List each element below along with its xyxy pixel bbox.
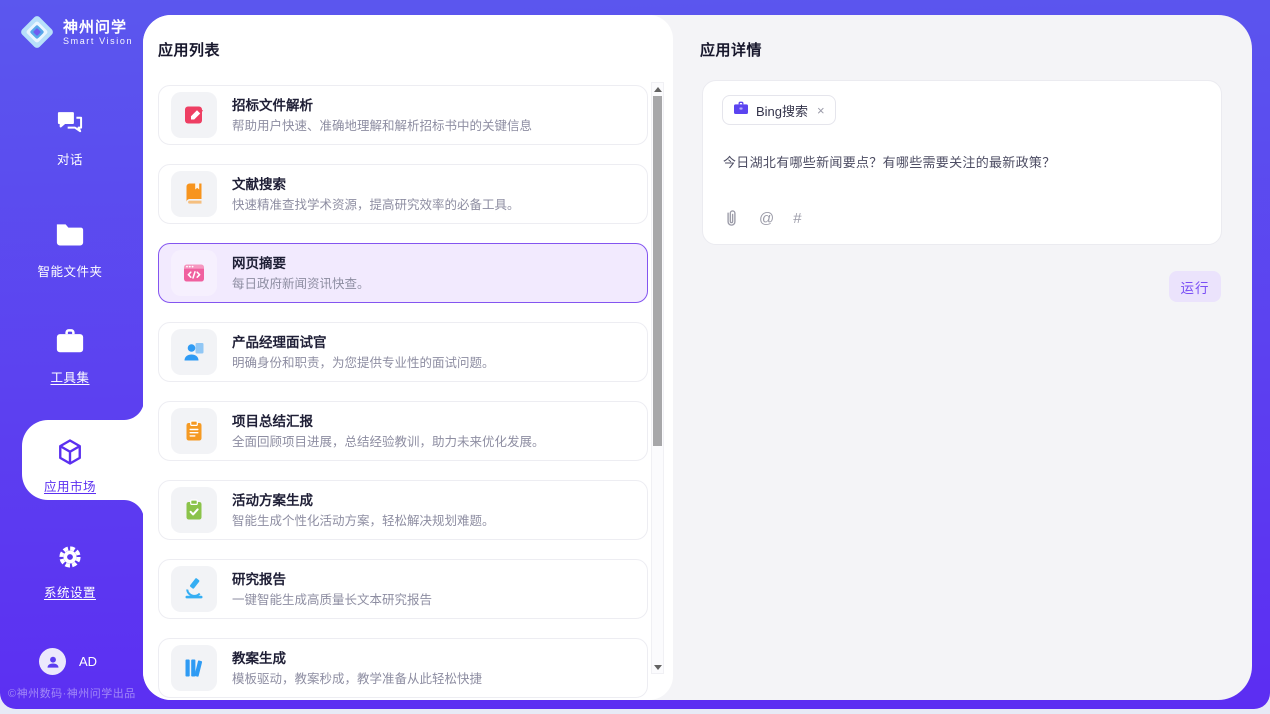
sidebar-item-toolset[interactable]: 工具集: [0, 328, 140, 386]
app-card-title: 研究报告: [232, 571, 432, 588]
tool-chip-bing-search[interactable]: Bing搜索 ×: [722, 95, 836, 125]
app-card-title: 产品经理面试官: [232, 334, 495, 351]
sidebar-item-label: 工具集: [0, 367, 140, 386]
sidebar-item-smart-folder[interactable]: 智能文件夹: [0, 222, 140, 280]
hash-icon[interactable]: #: [793, 211, 801, 226]
app-card-description: 快速精准查找学术资源，提高研究效率的必备工具。: [232, 197, 520, 213]
scrollbar-thumb[interactable]: [653, 96, 662, 446]
close-icon[interactable]: ×: [817, 104, 825, 117]
folder-icon: [55, 222, 85, 252]
avatar: [39, 648, 66, 675]
user-name: AD: [79, 654, 97, 669]
app-card-title: 活动方案生成: [232, 492, 495, 509]
clipboard-check-icon: [171, 487, 217, 533]
book-icon: [171, 171, 217, 217]
app-card-title: 教案生成: [232, 650, 482, 667]
sidebar-nav: 对话 智能文件夹 工具集 应用市场 系统设置: [0, 0, 143, 709]
sidebar-item-label: 对话: [0, 149, 140, 168]
app-list: 招标文件解析 帮助用户快速、准确地理解和解析招标书中的关键信息 文献搜索 快速精…: [158, 85, 648, 700]
app-list-panel: 应用列表 招标文件解析 帮助用户快速、准确地理解和解析招标书中的关键信息 文献搜…: [143, 15, 673, 700]
app-card-lesson-plan[interactable]: 教案生成 模板驱动，教案秒成，教学准备从此轻松快捷: [158, 638, 648, 698]
mention-icon[interactable]: @: [759, 211, 774, 226]
app-card-bid-analysis[interactable]: 招标文件解析 帮助用户快速、准确地理解和解析招标书中的关键信息: [158, 85, 648, 145]
app-card-description: 每日政府新闻资讯快查。: [232, 276, 370, 292]
copyright-text: ©神州数码·神州问学出品: [8, 685, 136, 701]
browser-icon: [171, 250, 217, 296]
app-window: 神州问学 Smart Vision 对话 智能文件夹 工具集 应用市场 系统设置…: [0, 0, 1270, 709]
input-toolbar: @ #: [723, 209, 802, 228]
microscope-icon: [171, 566, 217, 612]
app-card-description: 一键智能生成高质量长文本研究报告: [232, 592, 432, 608]
app-card-description: 智能生成个性化活动方案，轻松解决规划难题。: [232, 513, 495, 529]
app-list-title: 应用列表: [158, 39, 220, 60]
person-doc-icon: [171, 329, 217, 375]
prompt-input[interactable]: 今日湖北有哪些新闻要点？有哪些需要关注的最新政策？: [723, 152, 1201, 171]
app-detail-panel: 应用详情 Bing搜索 × 今日湖北有哪些新闻要点？有哪些需要关注的最新政策？ …: [673, 15, 1252, 700]
prompt-card: Bing搜索 × 今日湖北有哪些新闻要点？有哪些需要关注的最新政策？ @ #: [702, 80, 1222, 245]
app-card-description: 帮助用户快速、准确地理解和解析招标书中的关键信息: [232, 118, 532, 134]
app-card-activity-plan[interactable]: 活动方案生成 智能生成个性化活动方案，轻松解决规划难题。: [158, 480, 648, 540]
user-account[interactable]: AD: [39, 648, 97, 675]
sidebar-item-app-market[interactable]: 应用市场: [0, 437, 140, 495]
app-card-title: 文献搜索: [232, 176, 520, 193]
content-area: 应用列表 招标文件解析 帮助用户快速、准确地理解和解析招标书中的关键信息 文献搜…: [143, 15, 1252, 700]
pen-square-icon: [171, 92, 217, 138]
sidebar-item-label: 应用市场: [0, 476, 140, 495]
app-card-pm-interviewer[interactable]: 产品经理面试官 明确身份和职责，为您提供专业性的面试问题。: [158, 322, 648, 382]
run-button[interactable]: 运行: [1169, 271, 1221, 302]
app-card-title: 招标文件解析: [232, 97, 532, 114]
sidebar-item-label: 智能文件夹: [0, 261, 140, 280]
gear-icon: [56, 543, 84, 573]
briefcase-icon: [733, 101, 749, 120]
app-card-description: 明确身份和职责，为您提供专业性的面试问题。: [232, 355, 495, 371]
sidebar: 神州问学 Smart Vision 对话 智能文件夹 工具集 应用市场 系统设置…: [0, 0, 143, 709]
app-card-web-summary[interactable]: 网页摘要 每日政府新闻资讯快查。: [158, 243, 648, 303]
chat-icon: [56, 110, 84, 140]
app-card-description: 全面回顾项目进展，总结经验教训，助力未来优化发展。: [232, 434, 545, 450]
sidebar-item-chat[interactable]: 对话: [0, 110, 140, 168]
clipboard-icon: [171, 408, 217, 454]
scroll-up-icon[interactable]: [652, 83, 663, 95]
scroll-down-icon[interactable]: [652, 661, 663, 673]
app-card-title: 项目总结汇报: [232, 413, 545, 430]
app-card-literature-search[interactable]: 文献搜索 快速精准查找学术资源，提高研究效率的必备工具。: [158, 164, 648, 224]
app-card-title: 网页摘要: [232, 255, 370, 272]
briefcase-icon: [55, 328, 85, 358]
cube-icon: [55, 437, 85, 467]
sidebar-item-system-settings[interactable]: 系统设置: [0, 543, 140, 601]
books-icon: [171, 645, 217, 691]
tool-chip-label: Bing搜索: [756, 101, 808, 120]
app-detail-title: 应用详情: [700, 39, 762, 60]
app-card-description: 模板驱动，教案秒成，教学准备从此轻松快捷: [232, 671, 482, 687]
app-card-research-report[interactable]: 研究报告 一键智能生成高质量长文本研究报告: [158, 559, 648, 619]
scrollbar[interactable]: [651, 82, 664, 674]
paperclip-icon[interactable]: [723, 209, 740, 228]
app-card-project-summary[interactable]: 项目总结汇报 全面回顾项目进展，总结经验教训，助力未来优化发展。: [158, 401, 648, 461]
sidebar-item-label: 系统设置: [0, 582, 140, 601]
